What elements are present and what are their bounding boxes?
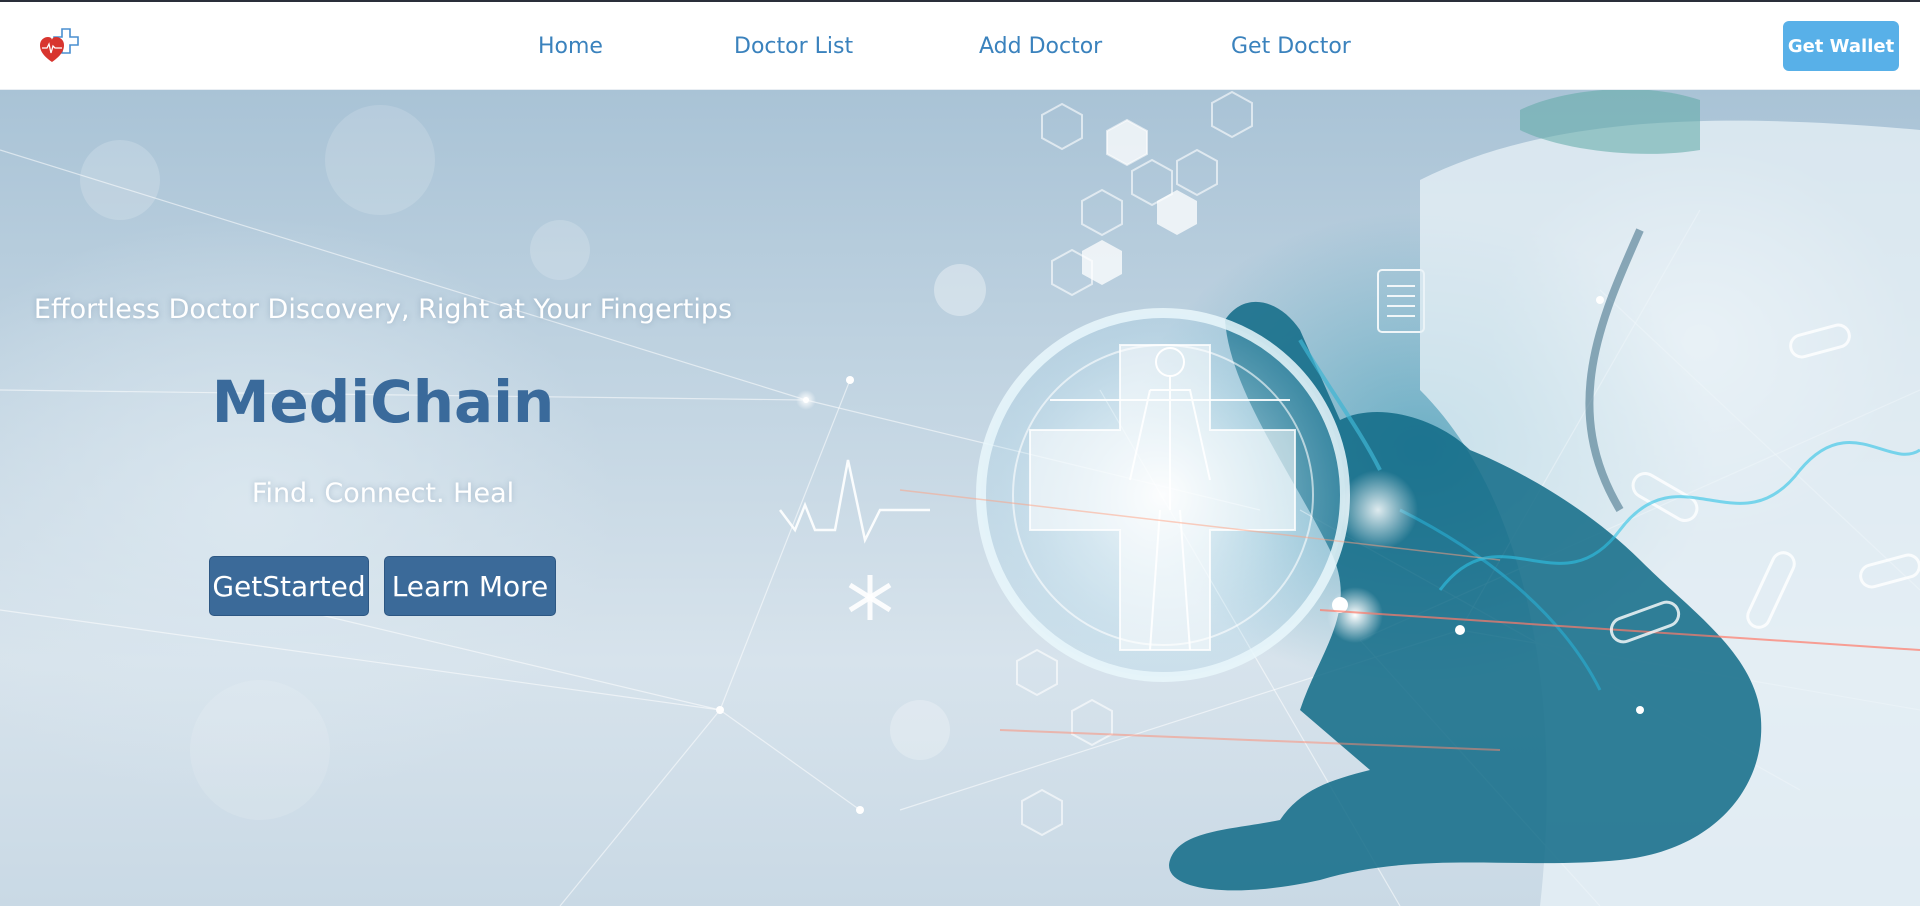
hero-tagline: Effortless Doctor Discovery, Right at Yo… xyxy=(33,294,733,325)
brand-title: MediChain xyxy=(211,368,555,436)
learn-more-button[interactable]: Learn More xyxy=(384,556,556,616)
nav-link-get-doctor[interactable]: Get Doctor xyxy=(1231,30,1351,64)
nav-link-add-doctor[interactable]: Add Doctor xyxy=(979,30,1102,64)
medical-heart-logo-icon[interactable] xyxy=(38,26,82,68)
nav-link-home[interactable]: Home xyxy=(538,30,603,64)
hero-subtagline: Find. Connect. Heal xyxy=(251,478,515,509)
hero-section: Effortless Doctor Discovery, Right at Yo… xyxy=(0,90,1920,906)
nav-link-doctor-list[interactable]: Doctor List xyxy=(734,30,853,64)
navbar: Home Doctor List Add Doctor Get Doctor G… xyxy=(0,2,1920,90)
get-wallet-button[interactable]: Get Wallet xyxy=(1783,21,1899,71)
get-started-button[interactable]: GetStarted xyxy=(209,556,369,616)
